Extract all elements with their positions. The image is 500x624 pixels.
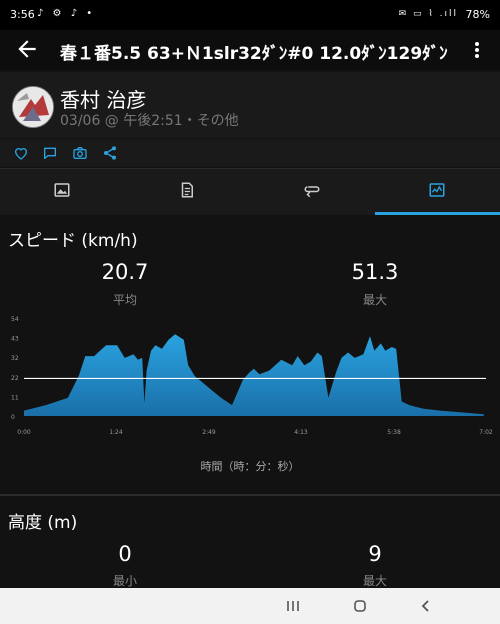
heart-icon[interactable]	[13, 145, 29, 161]
recents-icon[interactable]	[285, 598, 301, 614]
avatar-image	[13, 87, 53, 127]
action-row	[0, 139, 500, 167]
max-elevation-label: 最大	[362, 574, 387, 588]
image-icon	[54, 183, 70, 197]
elevation-title: 高度 (m)	[8, 513, 78, 533]
x-tick-label: 1:24	[109, 429, 123, 436]
app-bar: 春１番5.5 63+Ｎ1slr32ﾀﾞﾝ#0 12.0ﾀﾞﾝ129ﾀﾞﾝ	[0, 30, 500, 70]
activity-profile: 香村 治彦 03/06 @ 午後2:51・その他	[0, 72, 500, 138]
max-elevation-value: 9	[368, 542, 382, 566]
avatar[interactable]	[12, 86, 54, 128]
active-tab-indicator	[375, 212, 500, 215]
camera-icon[interactable]	[72, 145, 88, 161]
y-tick-label: 32	[11, 355, 19, 362]
share-icon[interactable]	[102, 145, 118, 161]
max-speed-label: 最大	[362, 293, 387, 307]
max-speed-value: 51.3	[351, 260, 399, 284]
x-tick-label: 4:13	[294, 429, 308, 436]
status-bar: 3:56 ♪ ⚙ ♪ • ✉ ▭ ⌇ .ıll 78%	[0, 0, 500, 30]
min-elevation-label: 最小	[112, 574, 137, 588]
status-time: 3:56	[10, 8, 35, 21]
elevation-section: 高度 (m) 0 最小 9 最大	[0, 496, 500, 588]
activity-title: 春１番5.5 63+Ｎ1slr32ﾀﾞﾝ#0 12.0ﾀﾞﾝ129ﾀﾞﾝ	[60, 44, 448, 64]
y-tick-label: 54	[11, 316, 19, 323]
tab-summary[interactable]	[125, 169, 250, 215]
x-tick-label: 2:49	[202, 429, 216, 436]
x-tick-label: 5:38	[387, 429, 401, 436]
back-nav-icon[interactable]	[418, 598, 434, 614]
avg-speed-value: 20.7	[101, 260, 149, 284]
user-name[interactable]: 香村 治彦	[60, 84, 146, 113]
tab-photos[interactable]	[0, 169, 125, 215]
avg-speed-label: 平均	[112, 293, 137, 307]
loop-icon	[304, 186, 320, 198]
min-elevation-value: 0	[118, 542, 132, 566]
chart-icon	[429, 183, 445, 197]
y-tick-label: 22	[11, 375, 19, 382]
system-icons: ✉ ▭ ⌇ .ıll	[398, 9, 458, 19]
comment-icon[interactable]	[42, 145, 58, 161]
speed-area-series	[24, 334, 484, 416]
detail-tabs	[0, 168, 500, 215]
x-tick-label: 0:00	[17, 429, 31, 436]
activity-timestamp: 03/06 @ 午後2:51・その他	[60, 113, 239, 129]
tab-laps[interactable]	[250, 169, 375, 215]
system-nav-bar	[0, 588, 500, 624]
y-tick-label: 43	[11, 336, 19, 343]
home-icon[interactable]	[352, 598, 368, 614]
document-icon	[181, 182, 193, 198]
speed-title: スピード (km/h)	[8, 231, 138, 251]
x-axis-title: 時間（時：分：秒）	[200, 460, 300, 473]
x-tick-label: 7:02	[479, 429, 493, 436]
y-tick-label: 11	[11, 394, 19, 401]
speed-chart: 0 11 22 32 43 54 0:00 1:24 2:49 4:13 5:38 7:02	[11, 316, 493, 436]
back-arrow-icon[interactable]	[14, 36, 40, 62]
tab-charts[interactable]	[375, 169, 500, 215]
notification-icons: ♪ ⚙ ♪ •	[37, 8, 96, 19]
more-options-icon[interactable]	[468, 38, 486, 62]
y-tick-label: 0	[11, 414, 15, 421]
battery-level: 78%	[465, 8, 490, 21]
